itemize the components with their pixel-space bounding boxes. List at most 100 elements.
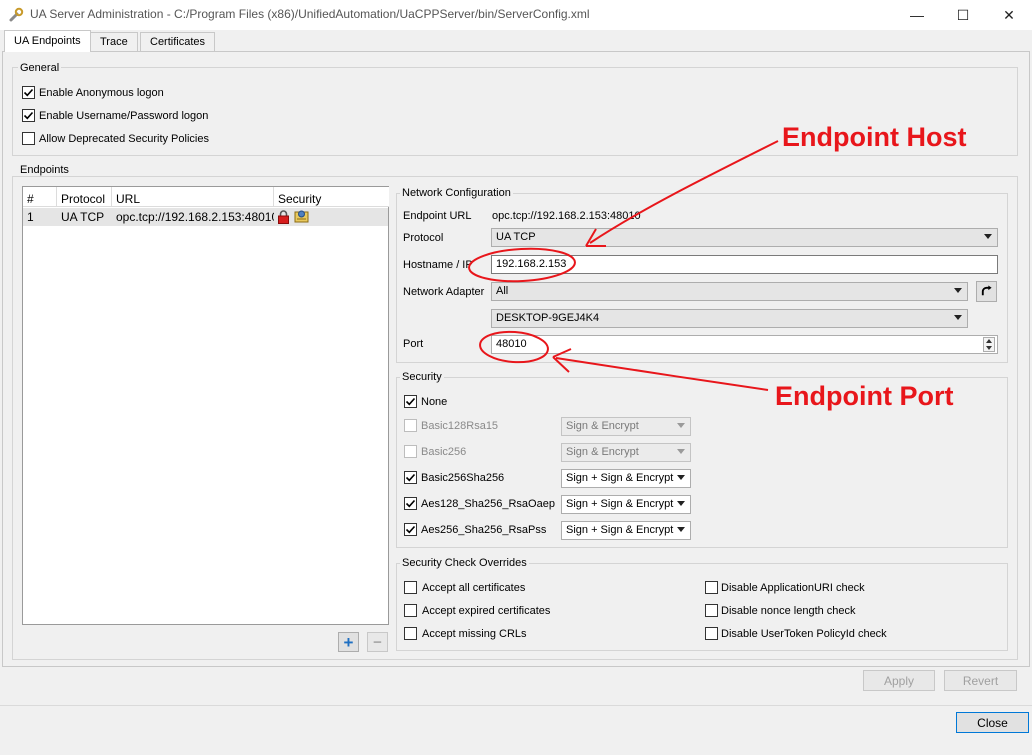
anonymous-logon-label: Enable Anonymous logon (39, 87, 164, 99)
deprecated-policies-checkbox[interactable] (22, 132, 35, 145)
policy-none-label: None (421, 396, 448, 408)
policy-none-checkbox[interactable] (404, 395, 417, 408)
remove-endpoint-button[interactable]: − (367, 632, 388, 652)
footer-divider (0, 705, 1032, 706)
chevron-down-icon (984, 234, 992, 239)
add-endpoint-button[interactable]: + (338, 632, 359, 652)
disable-nonce-check-label: Disable nonce length check (721, 605, 856, 617)
accept-all-certs-label: Accept all certificates (422, 582, 526, 594)
endpoint-url-value: opc.tcp://192.168.2.153:48010 (492, 210, 641, 222)
row-url: opc.tcp://192.168.2.153:48010 (116, 210, 274, 224)
accept-all-certs-checkbox[interactable] (404, 581, 417, 594)
maximize-button[interactable]: ☐ (940, 0, 986, 30)
tab-trace[interactable]: Trace (90, 32, 138, 51)
policy-aes128-label: Aes128_Sha256_RsaOaep (421, 498, 555, 510)
policy-basic256sha256-mode: Sign + Sign & Encrypt (566, 472, 674, 484)
policy-basic256-mode: Sign & Encrypt (566, 446, 639, 458)
refresh-icon (981, 285, 992, 296)
policy-basic128rsa15-label: Basic128Rsa15 (421, 420, 499, 432)
tab-ua-endpoints[interactable]: UA Endpoints (4, 30, 91, 52)
policy-basic128rsa15-mode-select[interactable]: Sign & Encrypt (561, 417, 691, 436)
disable-usertoken-check-checkbox[interactable] (705, 627, 718, 640)
column-header-url[interactable]: URL (112, 187, 274, 207)
policy-basic256-checkbox[interactable] (404, 445, 417, 458)
column-header-security[interactable]: Security (274, 187, 389, 207)
port-spinbox[interactable]: 48010 (491, 335, 998, 354)
disable-appuri-check-label: Disable ApplicationURI check (721, 582, 865, 594)
policy-basic256-mode-select[interactable]: Sign & Encrypt (561, 443, 691, 462)
minimize-button[interactable]: — (894, 0, 940, 30)
network-config-label: Network Configuration (400, 187, 513, 199)
anonymous-logon-checkbox[interactable] (22, 86, 35, 99)
chevron-down-icon (954, 315, 962, 320)
close-button[interactable]: Close (956, 712, 1029, 733)
disable-nonce-check-checkbox[interactable] (705, 604, 718, 617)
checkmark-icon (23, 88, 34, 97)
protocol-select[interactable]: UA TCP (491, 228, 998, 247)
endpoint-host-annotation: Endpoint Host (782, 122, 967, 152)
policy-aes256-mode-select[interactable]: Sign + Sign & Encrypt (561, 521, 691, 540)
hostname-label: Hostname / IP (403, 259, 473, 271)
chevron-down-icon (677, 475, 685, 480)
chevron-down-icon (677, 423, 685, 428)
network-adapter-value: All (496, 285, 509, 297)
tab-certificates[interactable]: Certificates (140, 32, 216, 51)
lock-icon (277, 210, 290, 224)
policy-basic256sha256-mode-select[interactable]: Sign + Sign & Encrypt (561, 469, 691, 488)
username-logon-label: Enable Username/Password logon (39, 110, 209, 122)
checkmark-icon (23, 111, 34, 120)
port-label: Port (403, 338, 424, 350)
chevron-down-icon (986, 346, 992, 350)
apply-button[interactable]: Apply (863, 670, 935, 691)
disable-appuri-check-checkbox[interactable] (705, 581, 718, 594)
deprecated-policies-label: Allow Deprecated Security Policies (39, 133, 209, 145)
row-protocol: UA TCP (61, 210, 105, 224)
policy-basic256-label: Basic256 (421, 446, 467, 458)
adapter-host-select[interactable]: DESKTOP-9GEJ4K4 (491, 309, 968, 328)
policy-aes256-label: Aes256_Sha256_RsaPss (421, 524, 547, 536)
adapter-host-value: DESKTOP-9GEJ4K4 (496, 312, 600, 324)
network-adapter-label: Network Adapter (403, 286, 485, 298)
checkmark-icon (405, 499, 416, 508)
column-header-protocol[interactable]: Protocol (57, 187, 112, 207)
chevron-down-icon (677, 449, 685, 454)
revert-button[interactable]: Revert (944, 670, 1017, 691)
hostname-input[interactable]: 192.168.2.153 (491, 255, 998, 274)
certificate-icon (294, 209, 309, 224)
policy-aes256-checkbox[interactable] (404, 523, 417, 536)
row-number: 1 (27, 210, 34, 224)
overrides-group-label: Security Check Overrides (400, 557, 529, 569)
wrench-icon (8, 7, 24, 23)
policy-basic128rsa15-checkbox[interactable] (404, 419, 417, 432)
security-group-label: Security (400, 371, 444, 383)
policy-aes128-checkbox[interactable] (404, 497, 417, 510)
accept-expired-certs-checkbox[interactable] (404, 604, 417, 617)
username-logon-checkbox[interactable] (22, 109, 35, 122)
policy-aes128-mode: Sign + Sign & Encrypt (566, 498, 674, 510)
add-icon: + (343, 632, 354, 652)
table-row[interactable]: 1 UA TCP opc.tcp://192.168.2.153:48010 (23, 208, 388, 226)
endpoints-group-label: Endpoints (18, 164, 71, 176)
refresh-adapter-button[interactable] (976, 281, 997, 302)
policy-basic128rsa15-mode: Sign & Encrypt (566, 420, 639, 432)
endpoint-table[interactable]: # Protocol URL Security 1 UA TCP opc.tcp… (22, 186, 389, 625)
port-stepper[interactable] (983, 337, 995, 352)
network-adapter-select[interactable]: All (491, 282, 968, 301)
policy-basic256sha256-checkbox[interactable] (404, 471, 417, 484)
policy-aes128-mode-select[interactable]: Sign + Sign & Encrypt (561, 495, 691, 514)
checkmark-icon (405, 525, 416, 534)
checkmark-icon (405, 473, 416, 482)
chevron-up-icon (986, 339, 992, 343)
accept-missing-crls-checkbox[interactable] (404, 627, 417, 640)
general-group-label: General (18, 62, 62, 74)
accept-expired-certs-label: Accept expired certificates (422, 605, 551, 617)
remove-icon: − (373, 633, 382, 651)
protocol-select-value: UA TCP (496, 231, 536, 243)
window-title: UA Server Administration - C:/Program Fi… (30, 7, 590, 21)
endpoint-port-annotation: Endpoint Port (775, 381, 954, 411)
column-header-number[interactable]: # (23, 187, 57, 207)
accept-missing-crls-label: Accept missing CRLs (422, 628, 527, 640)
chevron-down-icon (954, 288, 962, 293)
chevron-down-icon (677, 501, 685, 506)
close-window-button[interactable]: ✕ (986, 0, 1032, 30)
